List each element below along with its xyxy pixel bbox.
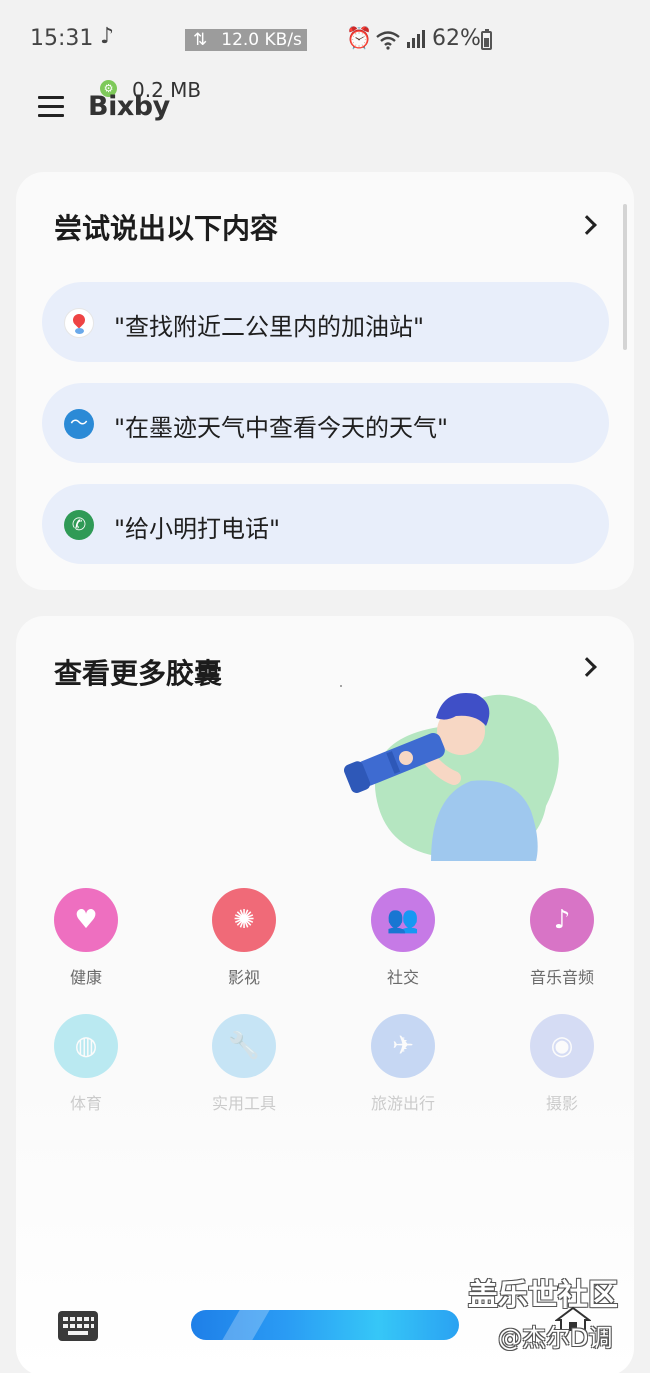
data-usage: 0.2 MB [132,78,202,102]
people-icon: 👥 [371,888,435,952]
category-tools[interactable]: 🔧 实用工具 [174,1014,314,1114]
try-saying-card: 尝试说出以下内容 "查找附近二公里内的加油站" 〜 "在墨迹天气中查看今天的天气… [16,172,634,590]
data-transfer-icon: ⇅ [193,30,208,50]
suggestion-text: "给小明打电话" [114,515,281,543]
category-label: 旅游出行 [370,1094,435,1113]
signal-icon [407,30,425,48]
keyboard-icon[interactable] [58,1311,98,1341]
music-note-icon: ♪ [100,24,115,49]
film-reel-icon: ✺ [212,888,276,952]
category-label: 健康 [69,968,102,987]
capsules-title: 查看更多胶囊 [54,657,223,690]
suggestion-chip[interactable]: "查找附近二公里内的加油站" [42,282,609,362]
scrollbar[interactable] [623,204,627,350]
watermark-site: 盖乐世社区 [468,1278,618,1313]
category-label: 音乐音频 [529,968,594,987]
try-saying-title: 尝试说出以下内容 [54,212,279,245]
category-travel[interactable]: ✈ 旅游出行 [333,1014,473,1114]
chevron-right-icon[interactable] [577,215,597,235]
baidu-map-icon [64,308,94,338]
category-label: 影视 [227,968,260,987]
phone-icon: ✆ [64,510,94,540]
wifi-icon [376,31,400,50]
heart-pulse-icon: ♥ [54,888,118,952]
suggestion-chip[interactable]: ✆ "给小明打电话" [42,484,609,564]
binoculars-illustration [340,685,559,861]
chevron-right-icon[interactable] [577,657,597,677]
network-speed-text: 12.0 KB/s [221,30,302,50]
alarm-icon: ⏰ [346,26,373,50]
category-video[interactable]: ✺ 影视 [174,888,314,988]
status-bar: 15:31 ♪ ⇅ 12.0 KB/s ⏰ 62% [0,0,650,80]
network-speed-indicator: ⇅ 12.0 KB/s [185,29,307,51]
airplane-icon: ✈ [371,1014,435,1078]
voice-input-button[interactable] [191,1310,459,1340]
category-label: 社交 [386,968,419,987]
category-label: 实用工具 [211,1094,276,1113]
category-label: 体育 [69,1094,102,1113]
category-label: 摄影 [545,1094,578,1113]
suggestion-chip[interactable]: 〜 "在墨迹天气中查看今天的天气" [42,383,609,463]
watermark-user: @杰尔D调 [498,1324,613,1352]
status-time: 15:31 [30,26,94,51]
camera-icon: ◉ [530,1014,594,1078]
music-note-icon: ♪ [530,888,594,952]
category-music[interactable]: ♪ 音乐音频 [492,888,632,988]
category-social[interactable]: 👥 社交 [333,888,473,988]
category-health[interactable]: ♥ 健康 [16,888,156,988]
moji-weather-icon: 〜 [64,409,94,439]
capsules-card: 查看更多胶囊 ♥ 健康 ✺ 影视 👥 社交 ♪ 音乐音频 ◍ 体育 🔧 实用工具… [16,616,634,1373]
basketball-icon: ◍ [54,1014,118,1078]
category-sports[interactable]: ◍ 体育 [16,1014,156,1114]
wrench-icon: 🔧 [212,1014,276,1078]
battery-icon [481,29,492,50]
suggestion-text: "在墨迹天气中查看今天的天气" [114,414,449,442]
battery-percent: 62% [432,26,481,51]
menu-icon[interactable] [38,96,64,118]
suggestion-text: "查找附近二公里内的加油站" [114,313,425,341]
category-photography[interactable]: ◉ 摄影 [492,1014,632,1114]
